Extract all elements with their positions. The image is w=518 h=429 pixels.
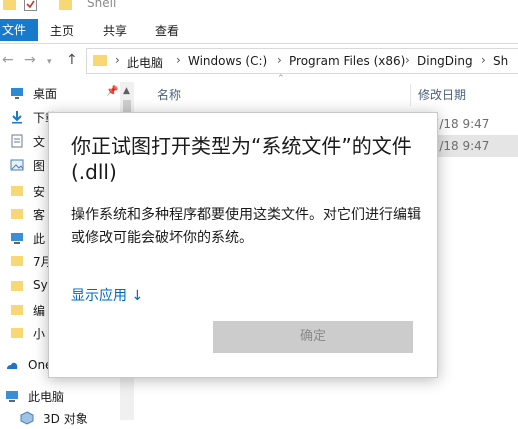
ok-button[interactable]: 确定: [213, 321, 413, 353]
picture-icon: [10, 159, 24, 171]
folder-icon: [11, 305, 23, 315]
computer-icon: [11, 233, 23, 244]
dialog-message: 操作系统和多种程序都要使用这类文件。对它们进行编辑或修改可能会破坏你的系统。: [71, 207, 421, 246]
checkbox-icon[interactable]: [24, 0, 37, 11]
sidebar-item-desktop[interactable]: 桌面: [0, 82, 140, 104]
column-divider[interactable]: [410, 84, 411, 106]
breadcrumb-dingding[interactable]: DingDing: [417, 54, 473, 68]
open-with-dialog: 你正试图打开类型为“系统文件”的文件(.dll) 操作系统和多种程序都要使用这类…: [48, 112, 438, 378]
sort-ascending-icon: ⌃: [277, 74, 285, 84]
tab-file[interactable]: 文件: [0, 19, 38, 41]
breadcrumb-separator[interactable]: ›: [115, 53, 120, 67]
computer-icon: [6, 391, 18, 402]
sidebar-item-label: 编: [33, 304, 46, 318]
breadcrumb-program-files[interactable]: Program Files (x86): [289, 54, 405, 68]
breadcrumb-shell[interactable]: Sh: [493, 54, 508, 68]
breadcrumb-this-pc[interactable]: 此电脑: [127, 54, 163, 71]
tab-home[interactable]: 主页: [50, 22, 74, 39]
chevron-down-icon[interactable]: ▾: [47, 57, 52, 67]
breadcrumb-separator[interactable]: ›: [176, 53, 181, 67]
sidebar-item-label: 客: [33, 208, 46, 222]
sidebar-item-label: 3D 对象: [43, 412, 88, 426]
desktop-icon: [11, 88, 23, 99]
column-header-modified[interactable]: 修改日期: [418, 86, 466, 103]
folder-icon: [11, 186, 23, 196]
3d-objects-icon: [20, 411, 34, 425]
sidebar-item-label: Sy: [33, 278, 48, 292]
download-icon: [12, 111, 22, 124]
folder-icon: [93, 55, 107, 66]
sidebar-item-label: 文: [33, 135, 46, 149]
folder-icon[interactable]: [59, 0, 72, 11]
sidebar-item-label: 小: [33, 327, 46, 341]
show-apps-link[interactable]: 显示应用 ↓: [71, 285, 143, 305]
window-title: Shell: [87, 0, 117, 10]
onedrive-icon: [7, 362, 18, 369]
breadcrumb-separator[interactable]: ›: [405, 53, 410, 67]
address-bar[interactable]: › 此电脑 › Windows (C:) › Program Files (x8…: [86, 48, 518, 74]
dialog-title: 你正试图打开类型为“系统文件”的文件(.dll): [71, 134, 412, 184]
breadcrumb-separator[interactable]: ›: [277, 53, 282, 67]
title-bar: Shell: [0, 0, 518, 14]
breadcrumb-separator[interactable]: ›: [481, 53, 486, 67]
folder-icon: [11, 281, 23, 291]
document-icon: [11, 134, 23, 148]
forward-arrow-icon[interactable]: →: [24, 52, 36, 68]
sidebar-item-this-pc[interactable]: 此电脑: [0, 385, 135, 407]
column-header-name[interactable]: 名称: [157, 86, 181, 103]
sidebar-item-label: 图: [33, 159, 46, 173]
tab-share[interactable]: 共享: [103, 22, 127, 39]
folder-icon: [11, 328, 23, 338]
back-arrow-icon[interactable]: ←: [2, 52, 14, 68]
sidebar-item-label: 此: [33, 232, 46, 246]
pin-icon[interactable]: 📌: [106, 86, 118, 97]
scroll-up-arrow-icon[interactable]: ▲: [123, 86, 130, 96]
ribbon: [0, 14, 518, 44]
breadcrumb-windows-c[interactable]: Windows (C:): [188, 54, 267, 68]
sidebar-item-label: 安: [33, 185, 46, 199]
up-arrow-icon[interactable]: ↑: [66, 52, 78, 68]
sidebar-item-label: 此电脑: [28, 390, 65, 404]
folder-icon: [11, 256, 23, 266]
ribbon-divider: [0, 43, 518, 44]
tab-view[interactable]: 查看: [155, 22, 179, 39]
folder-icon: [11, 209, 23, 219]
folder-icon: [3, 0, 16, 10]
sidebar-item-label: 桌面: [33, 87, 58, 101]
